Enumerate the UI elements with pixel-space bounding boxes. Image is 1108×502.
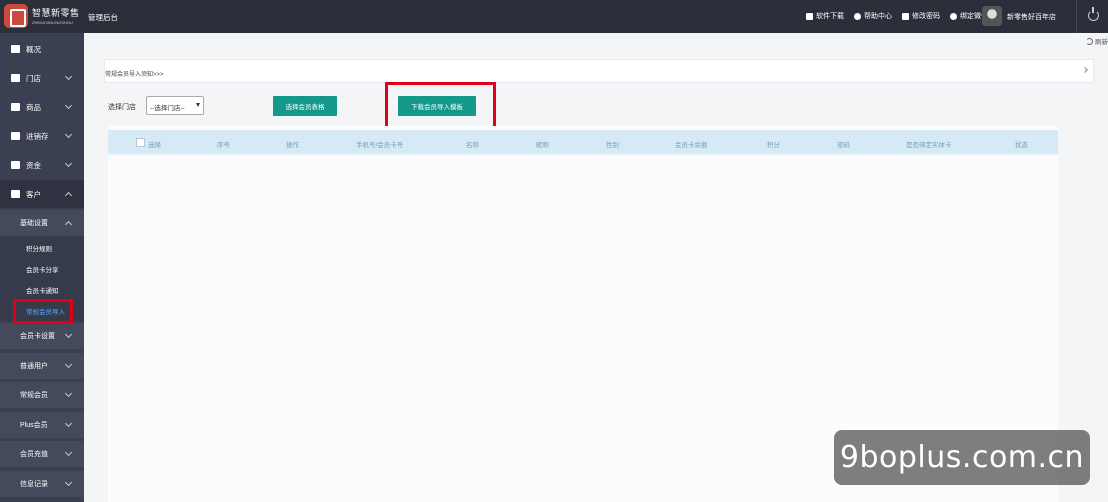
- col-physical-card: 是否绑定实体卡: [906, 142, 952, 149]
- refresh-icon: [1086, 37, 1093, 45]
- col-points: 积分: [767, 142, 780, 149]
- brand-subtitle: ZHIHUIXINLINGSHOU: [32, 20, 73, 25]
- sidebar-item-customer[interactable]: 客户: [0, 180, 84, 208]
- chevron-down-icon: [64, 360, 73, 369]
- sidebar: 概况 门店 商品 进销存 资金 客户 基础设置 积分规则 会员卡分享 会员卡通知…: [0, 33, 84, 502]
- store-select[interactable]: --选择门店--: [146, 96, 204, 115]
- store-icon: [11, 74, 20, 82]
- col-nickname: 昵称: [536, 142, 549, 149]
- dropdown-arrow-icon: [196, 103, 200, 107]
- sidebar-item-goods[interactable]: 商品: [0, 93, 84, 121]
- chevron-up-icon: [64, 220, 73, 228]
- chevron-down-icon: [64, 101, 73, 110]
- chevron-down-icon: [64, 130, 73, 139]
- col-status: 状态: [1015, 142, 1028, 149]
- question-icon: [854, 12, 861, 20]
- currency-icon: [11, 161, 20, 169]
- import-notice-bar[interactable]: 常规会员导入须知>>>: [104, 59, 1094, 83]
- col-select: 选择: [148, 142, 161, 149]
- col-index: 序号: [217, 142, 230, 149]
- col-name: 名称: [466, 142, 479, 149]
- sidebar-item-inventory[interactable]: 进销存: [0, 122, 84, 150]
- chevron-down-icon: [64, 448, 73, 457]
- chevron-down-icon: [64, 389, 73, 398]
- sidebar-item-points-rules[interactable]: 积分规则: [0, 237, 84, 258]
- chevron-down-icon: [64, 159, 73, 168]
- id-card-icon: [11, 190, 20, 198]
- power-icon[interactable]: [1088, 7, 1099, 21]
- highlight-box-member-import: [13, 299, 73, 324]
- sidebar-item-fund[interactable]: 资金: [0, 151, 84, 179]
- chevron-right-icon: [1082, 67, 1088, 73]
- sidebar-item-card-notice[interactable]: 会员卡通知: [0, 279, 84, 300]
- highlight-box-download: [385, 82, 496, 130]
- logo-icon[interactable]: [4, 4, 28, 28]
- import-notice-text: 常规会员导入须知>>>: [105, 72, 164, 78]
- col-password: 密码: [837, 142, 850, 149]
- printer-icon: [806, 12, 813, 20]
- thermometer-icon: [902, 12, 909, 20]
- refresh-button[interactable]: 刷新: [1086, 36, 1108, 46]
- select-member-table-button[interactable]: 选择会员表格: [273, 96, 337, 116]
- table-header: 选择 序号 操作 手机号/会员卡号 名称 昵称 性别 会员卡余额 积分 密码 是…: [108, 130, 1058, 155]
- help-center-link[interactable]: 帮助中心: [854, 11, 892, 21]
- chevron-down-icon: [64, 419, 73, 428]
- chevron-down-icon: [64, 330, 73, 339]
- shop-name[interactable]: 新零售好百年店: [1007, 12, 1056, 22]
- divider: [1076, 0, 1077, 33]
- list-icon: [11, 103, 20, 111]
- brand-name: 智慧新零售: [32, 8, 80, 18]
- chevron-up-icon: [64, 191, 73, 199]
- sidebar-item-plus-member[interactable]: Plus会员: [0, 412, 84, 438]
- top-links: 软件下载 帮助中心 修改密码 绑定微信: [806, 11, 988, 21]
- sidebar-item-store[interactable]: 门店: [0, 64, 84, 92]
- sidebar-item-card-share[interactable]: 会员卡分享: [0, 258, 84, 279]
- home-icon: [11, 45, 20, 53]
- sidebar-item-card-settings[interactable]: 会员卡设置: [0, 323, 84, 349]
- sidebar-item-info-records[interactable]: 信息记录: [0, 471, 84, 497]
- sidebar-item-regular-member[interactable]: 常规会员: [0, 382, 84, 408]
- sidebar-item-member-recharge[interactable]: 会员充值: [0, 441, 84, 467]
- col-card-balance: 会员卡余额: [675, 142, 708, 149]
- sidebar-item-overview[interactable]: 概况: [0, 35, 84, 63]
- col-gender: 性别: [606, 142, 619, 149]
- select-all-checkbox[interactable]: [136, 138, 145, 147]
- avatar[interactable]: [982, 6, 1002, 26]
- software-download-link[interactable]: 软件下载: [806, 11, 844, 21]
- store-label: 选择门店: [108, 104, 136, 111]
- watermark: 9boplus.com.cn: [834, 430, 1090, 485]
- admin-title: 管理后台: [88, 13, 118, 22]
- col-phone: 手机号/会员卡号: [356, 142, 404, 149]
- chevron-down-icon: [64, 72, 73, 81]
- sidebar-item-normal-user[interactable]: 普通用户: [0, 353, 84, 379]
- chevron-down-icon: [64, 478, 73, 487]
- top-bar: 智慧新零售 ZHIHUIXINLINGSHOU 管理后台 软件下载 帮助中心 修…: [0, 0, 1108, 33]
- change-password-link[interactable]: 修改密码: [902, 11, 940, 21]
- col-action: 操作: [286, 142, 299, 149]
- sidebar-item-basic-settings[interactable]: 基础设置: [0, 210, 84, 236]
- wechat-icon: [950, 12, 957, 20]
- truck-icon: [11, 132, 20, 140]
